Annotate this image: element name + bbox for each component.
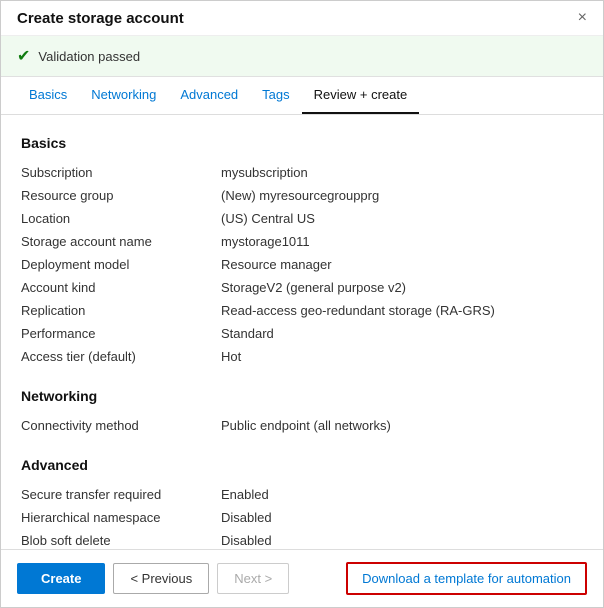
table-row: Replication Read-access geo-redundant st… (21, 299, 583, 322)
tab-advanced[interactable]: Advanced (168, 77, 250, 114)
download-template-button[interactable]: Download a template for automation (346, 562, 587, 595)
value-replication: Read-access geo-redundant storage (RA-GR… (221, 299, 583, 322)
label-hierarchical-namespace: Hierarchical namespace (21, 506, 221, 529)
label-deployment-model: Deployment model (21, 253, 221, 276)
tab-networking[interactable]: Networking (79, 77, 168, 114)
value-secure-transfer: Enabled (221, 483, 583, 506)
value-subscription: mysubscription (221, 161, 583, 184)
networking-section: Networking Connectivity method Public en… (21, 388, 583, 437)
create-button[interactable]: Create (17, 563, 105, 594)
value-blob-soft-delete: Disabled (221, 529, 583, 549)
networking-section-title: Networking (21, 388, 583, 404)
tab-review-create[interactable]: Review + create (302, 77, 420, 114)
label-replication: Replication (21, 299, 221, 322)
table-row: Performance Standard (21, 322, 583, 345)
value-access-tier: Hot (221, 345, 583, 368)
label-secure-transfer: Secure transfer required (21, 483, 221, 506)
table-row: Hierarchical namespace Disabled (21, 506, 583, 529)
value-account-kind: StorageV2 (general purpose v2) (221, 276, 583, 299)
close-button[interactable]: × (578, 9, 587, 27)
table-row: Access tier (default) Hot (21, 345, 583, 368)
value-storage-account-name: mystorage1011 (221, 230, 583, 253)
value-resource-group: (New) myresourcegroupprg (221, 184, 583, 207)
validation-banner: ✔ Validation passed (1, 36, 603, 77)
table-row: Connectivity method Public endpoint (all… (21, 414, 583, 437)
advanced-section-title: Advanced (21, 457, 583, 473)
value-location: (US) Central US (221, 207, 583, 230)
basics-table: Subscription mysubscription Resource gro… (21, 161, 583, 368)
table-row: Deployment model Resource manager (21, 253, 583, 276)
advanced-table: Secure transfer required Enabled Hierarc… (21, 483, 583, 549)
label-performance: Performance (21, 322, 221, 345)
label-location: Location (21, 207, 221, 230)
label-blob-soft-delete: Blob soft delete (21, 529, 221, 549)
footer: Create < Previous Next > Download a temp… (1, 549, 603, 607)
create-storage-account-window: Create storage account × ✔ Validation pa… (0, 0, 604, 608)
next-button: Next > (217, 563, 289, 594)
table-row: Subscription mysubscription (21, 161, 583, 184)
advanced-section: Advanced Secure transfer required Enable… (21, 457, 583, 549)
tab-tags[interactable]: Tags (250, 77, 301, 114)
table-row: Storage account name mystorage1011 (21, 230, 583, 253)
basics-section-title: Basics (21, 135, 583, 151)
table-row: Blob soft delete Disabled (21, 529, 583, 549)
window-title: Create storage account (17, 10, 184, 27)
label-connectivity-method: Connectivity method (21, 414, 221, 437)
basics-section: Basics Subscription mysubscription Resou… (21, 135, 583, 368)
value-performance: Standard (221, 322, 583, 345)
table-row: Account kind StorageV2 (general purpose … (21, 276, 583, 299)
table-row: Secure transfer required Enabled (21, 483, 583, 506)
value-connectivity-method: Public endpoint (all networks) (221, 414, 583, 437)
value-hierarchical-namespace: Disabled (221, 506, 583, 529)
content-area: Basics Subscription mysubscription Resou… (1, 115, 603, 549)
title-bar: Create storage account × (1, 1, 603, 36)
tab-bar: Basics Networking Advanced Tags Review +… (1, 77, 603, 115)
tab-basics[interactable]: Basics (17, 77, 79, 114)
label-access-tier: Access tier (default) (21, 345, 221, 368)
label-resource-group: Resource group (21, 184, 221, 207)
check-icon: ✔ (17, 46, 30, 66)
value-deployment-model: Resource manager (221, 253, 583, 276)
validation-text: Validation passed (38, 49, 140, 64)
label-storage-account-name: Storage account name (21, 230, 221, 253)
label-subscription: Subscription (21, 161, 221, 184)
networking-table: Connectivity method Public endpoint (all… (21, 414, 583, 437)
previous-button[interactable]: < Previous (113, 563, 209, 594)
table-row: Location (US) Central US (21, 207, 583, 230)
table-row: Resource group (New) myresourcegroupprg (21, 184, 583, 207)
label-account-kind: Account kind (21, 276, 221, 299)
